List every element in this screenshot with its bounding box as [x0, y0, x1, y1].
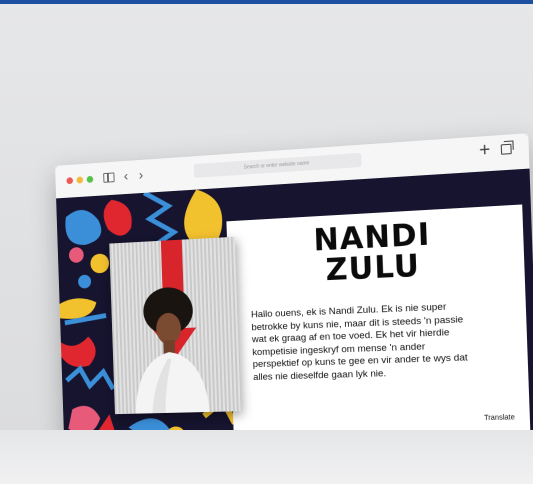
close-window-button[interactable]: [66, 177, 74, 185]
profile-bio: Hallo ouens, ek is Nandi Zulu. Ek is nie…: [250, 301, 468, 384]
minimize-window-button[interactable]: [76, 176, 84, 184]
translate-link[interactable]: Translate: [484, 414, 515, 422]
surface-reflection: [0, 430, 533, 484]
browser-window: ‹ › Search or enter website name + NANDI…: [55, 133, 533, 454]
tabs-overview-icon[interactable]: [500, 143, 512, 155]
sidebar-icon[interactable]: [103, 172, 115, 183]
forward-icon[interactable]: ›: [138, 166, 144, 184]
profile-card: NANDI ZULU Hallo ouens, ek is Nandi Zulu…: [226, 204, 531, 438]
scene: ‹ › Search or enter website name + NANDI…: [0, 0, 533, 484]
new-tab-icon[interactable]: +: [479, 139, 491, 160]
address-bar[interactable]: Search or enter website name: [193, 152, 362, 178]
maximize-window-button[interactable]: [86, 175, 94, 183]
portrait-image: [133, 239, 210, 414]
back-icon[interactable]: ‹: [123, 167, 129, 185]
profile-photo: [109, 236, 241, 415]
